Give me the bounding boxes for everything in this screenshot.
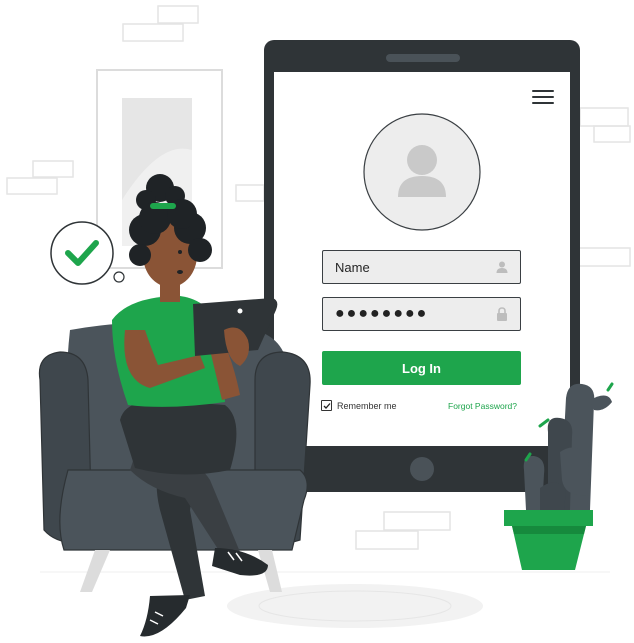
lock-icon — [494, 306, 510, 322]
remember-me-checkbox[interactable]: Remember me — [321, 400, 397, 411]
home-button[interactable] — [410, 457, 434, 481]
password-field-value: ●●●●●●●● — [335, 305, 429, 322]
user-avatar-icon — [363, 113, 481, 231]
hamburger-menu-icon[interactable] — [532, 90, 554, 108]
password-field[interactable]: ●●●●●●●● — [322, 297, 521, 331]
user-icon — [494, 259, 510, 275]
forgot-password-link[interactable]: Forgot Password? — [448, 401, 517, 411]
checkbox-checked-icon[interactable] — [321, 400, 332, 411]
remember-me-label: Remember me — [337, 400, 397, 411]
login-button[interactable]: Log In — [322, 351, 521, 385]
name-field[interactable]: Name — [322, 250, 521, 284]
floor-shadow — [40, 571, 610, 628]
name-field-value: Name — [335, 259, 370, 275]
